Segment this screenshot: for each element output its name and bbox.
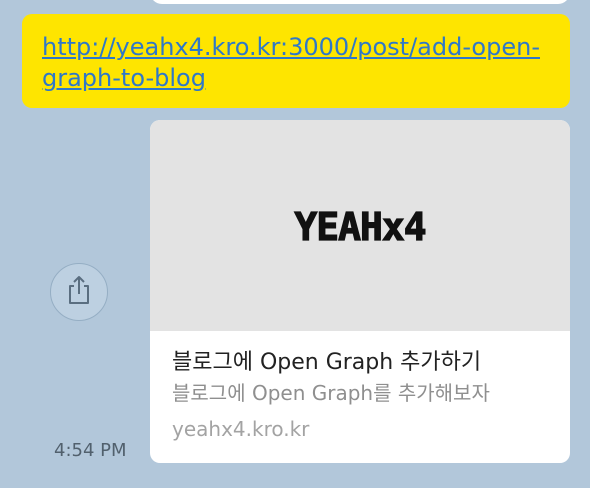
share-icon	[64, 273, 94, 311]
preview-text-block: 블로그에 Open Graph 추가하기 블로그에 Open Graph를 추가…	[150, 331, 570, 441]
site-logo: YEAHx4	[294, 204, 428, 248]
link-preview-card[interactable]: YEAHx4 블로그에 Open Graph 추가하기 블로그에 Open Gr…	[150, 120, 570, 463]
site-logo-text: YEAHx4	[294, 205, 425, 248]
message-timestamp: 4:54 PM	[54, 440, 127, 461]
preview-image: YEAHx4	[150, 120, 570, 331]
preview-title: 블로그에 Open Graph 추가하기	[172, 350, 482, 375]
link-message-bubble: http://yeahx4.kro.kr:3000/post/add-open-…	[22, 14, 570, 108]
preview-domain: yeahx4.kro.kr	[172, 417, 310, 441]
message-link[interactable]: http://yeahx4.kro.kr:3000/post/add-open-…	[42, 32, 547, 94]
previous-message-bubble	[150, 0, 570, 4]
share-button[interactable]	[50, 263, 108, 321]
preview-description: 블로그에 Open Graph를 추가해보자	[172, 381, 490, 405]
